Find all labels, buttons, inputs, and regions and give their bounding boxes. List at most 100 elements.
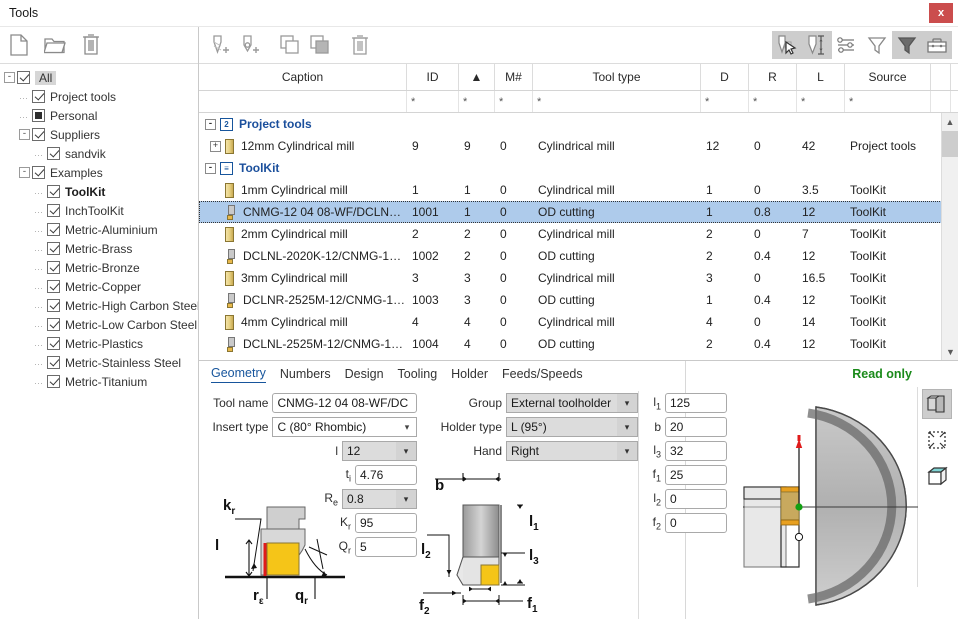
scrollbar-thumb[interactable]	[942, 131, 958, 157]
tree-checkbox[interactable]	[47, 299, 60, 312]
measure-tool-icon[interactable]	[802, 31, 832, 59]
tree-checkbox[interactable]	[47, 337, 60, 350]
tree-item-metric-brass[interactable]: ··· Metric-Brass	[0, 239, 198, 258]
tree-checkbox[interactable]	[47, 280, 60, 293]
table-row[interactable]: CNMG-12 04 08-WF/DCLNR-... 1001 1 0 OD cutti…	[199, 201, 958, 223]
table-row[interactable]: +12mm Cylindrical mill 9 9 0 Cylindrical mil…	[199, 135, 958, 157]
grid-group-row[interactable]: -2 Project tools	[199, 113, 958, 135]
tree-checkbox[interactable]	[32, 166, 45, 179]
tree-item-sandvik[interactable]: ··· sandvik	[0, 144, 198, 163]
scroll-down-arrow-icon[interactable]: ▼	[942, 343, 958, 360]
grid-filter-extra[interactable]	[931, 91, 951, 112]
grid-filter-row[interactable]: * * * * * * * *	[199, 91, 958, 113]
grid-vertical-scrollbar[interactable]: ▲ ▼	[941, 113, 958, 360]
tree-item-metric-titanium[interactable]: ··· Metric-Titanium	[0, 372, 198, 391]
tree-checkbox[interactable]	[47, 147, 60, 160]
tree-expander-icon[interactable]: -	[4, 72, 15, 83]
kr-value-input[interactable]: 95	[355, 513, 417, 533]
tree-checkbox[interactable]	[32, 109, 45, 122]
tree-item-personal[interactable]: ··· Personal	[0, 106, 198, 125]
ti-value-input[interactable]: 4.76	[355, 465, 417, 485]
tree-item-metric-stainless-steel[interactable]: ··· Metric-Stainless Steel	[0, 353, 198, 372]
funnel-filter-active-icon[interactable]	[892, 31, 922, 59]
toolbox-icon[interactable]	[922, 31, 952, 59]
tree-item-project-tools[interactable]: ··· Project tools	[0, 87, 198, 106]
tree-expander-icon[interactable]: -	[19, 129, 30, 140]
tree-item-suppliers[interactable]: - Suppliers	[0, 125, 198, 144]
grid-filter-id[interactable]: *	[407, 91, 459, 112]
tree-item-examples[interactable]: - Examples	[0, 163, 198, 182]
grid-column-header-mnum[interactable]: M#	[495, 64, 533, 90]
settings-sliders-icon[interactable]	[832, 31, 862, 59]
tab-holder[interactable]: Holder	[451, 367, 488, 383]
add-mill-tool-icon[interactable]	[205, 31, 235, 59]
tree-item-all[interactable]: - All	[0, 68, 198, 87]
tree-item-metric-plastics[interactable]: ··· Metric-Plastics	[0, 334, 198, 353]
grid-column-header-l[interactable]: L	[797, 64, 845, 90]
preview-render[interactable]	[696, 387, 926, 617]
grid-filter-source[interactable]: *	[845, 91, 931, 112]
chevron-down-icon[interactable]: ▾	[396, 442, 416, 460]
paste-icon[interactable]	[305, 31, 335, 59]
copy-icon[interactable]	[275, 31, 305, 59]
grid-column-header-d[interactable]: D	[701, 64, 749, 90]
add-turn-tool-icon[interactable]	[235, 31, 265, 59]
grid-filter-tooltype[interactable]: *	[533, 91, 701, 112]
open-folder-icon[interactable]	[42, 32, 68, 58]
table-row[interactable]: DCLNL-2020K-12/CNMG-12 0... 1002 2 0 OD cutt…	[199, 245, 958, 267]
tree-item-metric-low-carbon-steel[interactable]: ··· Metric-Low Carbon Steel	[0, 315, 198, 334]
funnel-filter-icon[interactable]	[862, 31, 892, 59]
tree-checkbox[interactable]	[32, 90, 45, 103]
hand-select[interactable]: Right ▾	[506, 441, 638, 461]
select-tool-icon[interactable]	[772, 31, 802, 59]
tree-expander-icon[interactable]: -	[19, 167, 30, 178]
grid-column-header-id[interactable]: ID	[407, 64, 459, 90]
delete-trash-icon[interactable]	[78, 32, 104, 58]
grid-filter-caption[interactable]	[199, 91, 407, 112]
table-row[interactable]: 3mm Cylindrical mill 3 3 0 Cylindrical mill 3…	[199, 267, 958, 289]
tab-numbers[interactable]: Numbers	[280, 367, 331, 383]
grid-column-header-caption[interactable]: Caption	[199, 64, 407, 90]
tool-name-input[interactable]: CNMG-12 04 08-WF/DC	[272, 393, 417, 413]
l-value-select[interactable]: 12 ▾	[342, 441, 417, 461]
table-row[interactable]: DCLNL-2525M-12/CNMG-12 ... 1004 4 0 OD cutti…	[199, 333, 958, 355]
scroll-up-arrow-icon[interactable]: ▲	[942, 113, 958, 130]
tree-item-metric-aluminium[interactable]: ··· Metric-Aluminium	[0, 220, 198, 239]
group-expander-icon[interactable]: -	[205, 118, 216, 130]
holder-type-select[interactable]: L (95°) ▾	[506, 417, 638, 437]
tree-checkbox[interactable]	[47, 242, 60, 255]
tree-checkbox[interactable]	[47, 185, 60, 198]
table-row[interactable]: 4mm Cylindrical mill 4 4 0 Cylindrical mill 4…	[199, 311, 958, 333]
tab-geometry[interactable]: Geometry	[211, 366, 266, 383]
tree-checkbox[interactable]	[32, 128, 45, 141]
table-row[interactable]: DCLNR-2525M-12/CNMG-12 ... 1003 3 0 OD cutti…	[199, 289, 958, 311]
grid-filter-sort[interactable]: *	[459, 91, 495, 112]
grid-column-header-tooltype[interactable]: Tool type	[533, 64, 701, 90]
grid-filter-d[interactable]: *	[701, 91, 749, 112]
tree-item-inchtoolkit[interactable]: ··· InchToolKit	[0, 201, 198, 220]
grid-filter-l[interactable]: *	[797, 91, 845, 112]
tree-checkbox[interactable]	[17, 71, 30, 84]
chevron-down-icon[interactable]: ▾	[398, 422, 416, 433]
tab-design[interactable]: Design	[345, 367, 384, 383]
solid-view-icon[interactable]	[922, 389, 952, 419]
group-select[interactable]: External toolholder ▾	[506, 393, 638, 413]
grid-column-header-source[interactable]: Source	[845, 64, 931, 90]
tab-feeds-speeds[interactable]: Feeds/Speeds	[502, 367, 583, 383]
row-expander-icon[interactable]: +	[210, 140, 221, 152]
table-row[interactable]: 1mm Cylindrical mill 1 1 0 Cylindrical mill 1…	[199, 179, 958, 201]
grid-filter-mnum[interactable]: *	[495, 91, 533, 112]
delete-trash-icon[interactable]	[345, 31, 375, 59]
box-view-icon[interactable]	[922, 461, 952, 491]
new-document-icon[interactable]	[6, 32, 32, 58]
chevron-down-icon[interactable]: ▾	[617, 394, 637, 412]
grid-filter-r[interactable]: *	[749, 91, 797, 112]
close-button[interactable]: x	[929, 3, 953, 23]
tree-checkbox[interactable]	[47, 261, 60, 274]
chevron-down-icon[interactable]: ▾	[617, 418, 637, 436]
grid-group-row[interactable]: - ≡ ToolKit	[199, 157, 958, 179]
tree-checkbox[interactable]	[47, 318, 60, 331]
tree-item-metric-high-carbon-steel[interactable]: ··· Metric-High Carbon Steel	[0, 296, 198, 315]
tree-item-metric-copper[interactable]: ··· Metric-Copper	[0, 277, 198, 296]
group-expander-icon[interactable]: -	[205, 162, 216, 174]
